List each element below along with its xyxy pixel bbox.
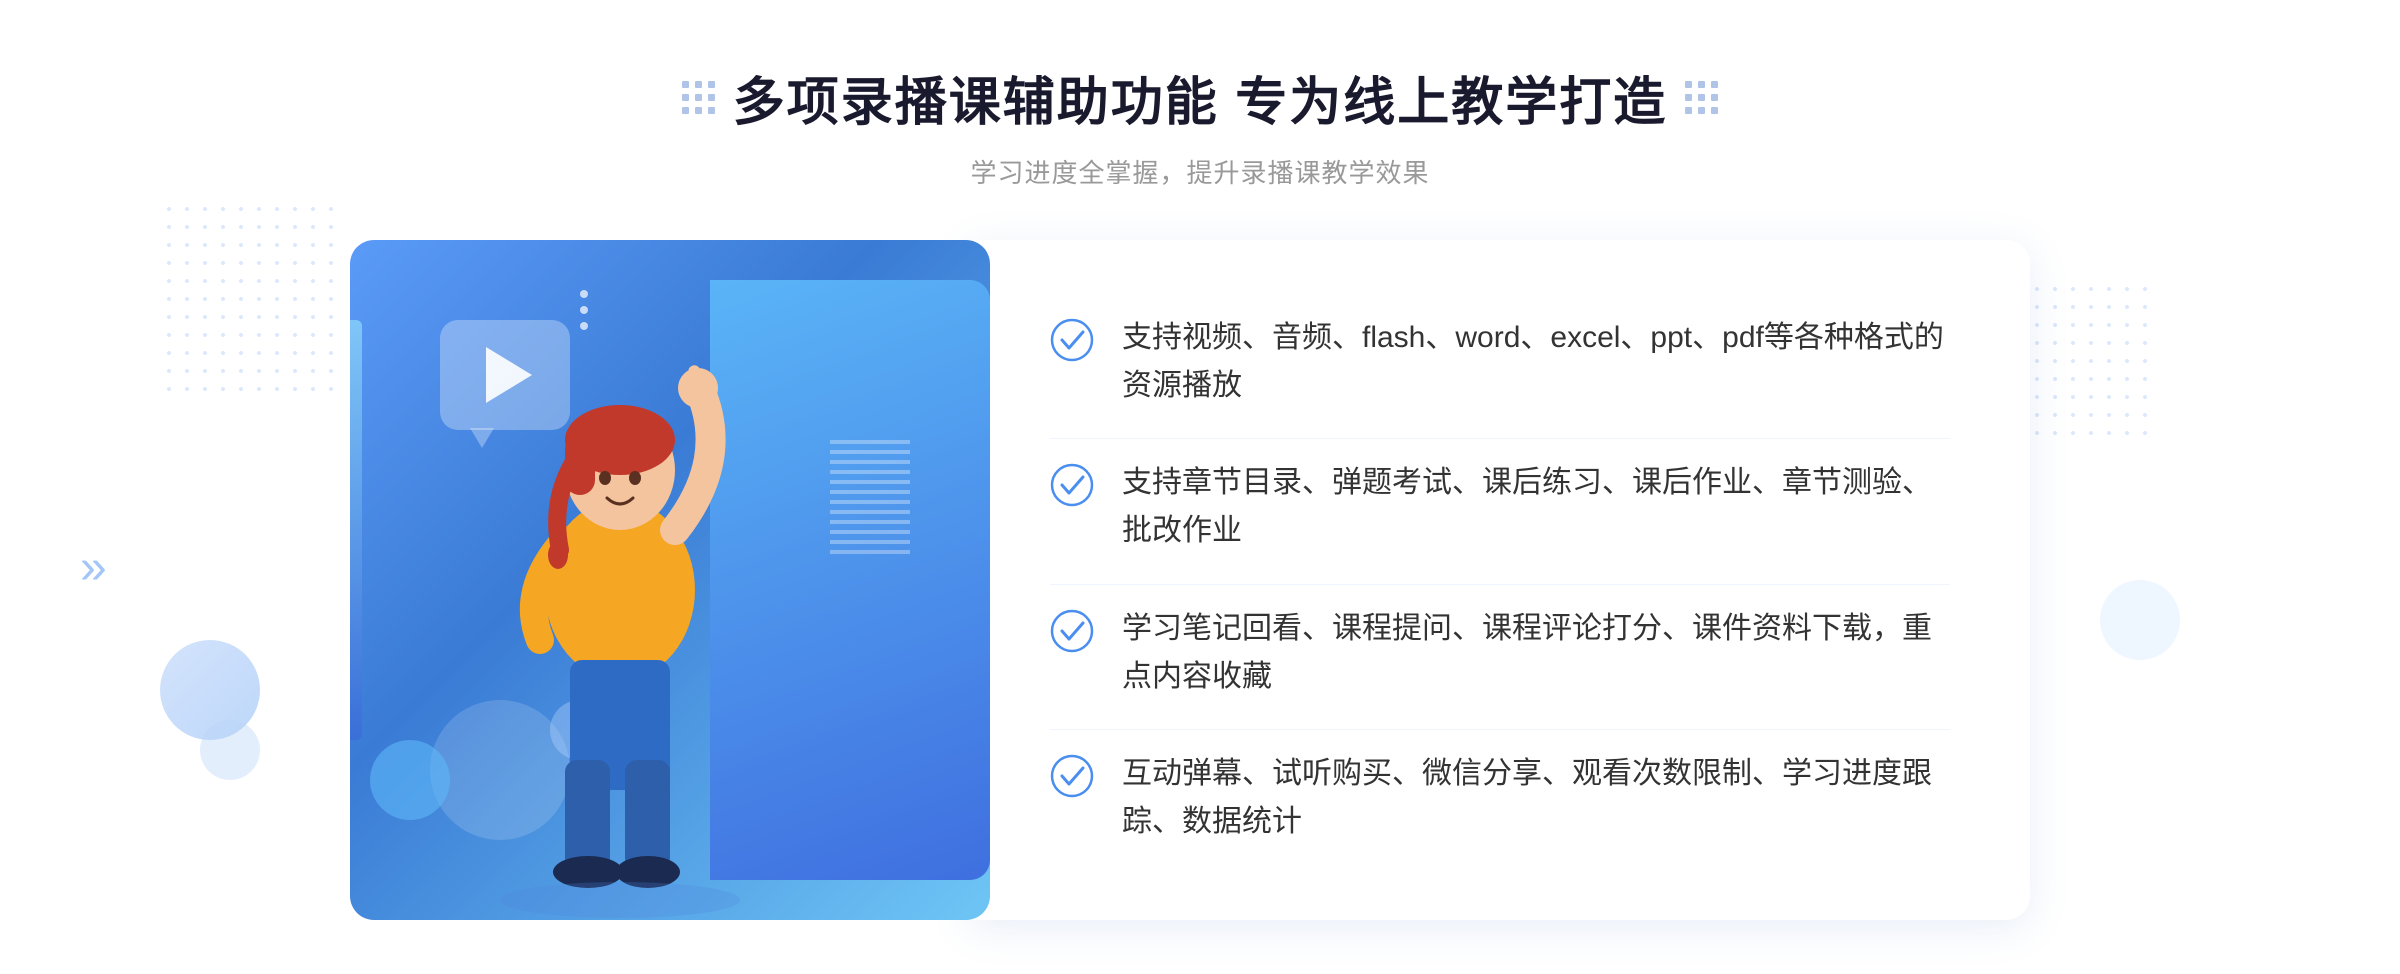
outer-circle-left2: [200, 720, 260, 780]
illustration-card: [350, 240, 990, 920]
check-icon-1: [1050, 318, 1094, 362]
main-subtitle: 学习进度全掌握，提升录播课教学效果: [970, 153, 1429, 190]
content-area: 支持视频、音频、flash、word、excel、ppt、pdf等各种格式的资源…: [350, 240, 2050, 920]
card-stripe: [350, 320, 362, 740]
chevron-left-decoration: »: [80, 540, 107, 595]
sparkle-dot-1: [580, 290, 588, 298]
main-title: 多项录播课辅助功能 专为线上教学打造: [733, 60, 1667, 135]
page-wrapper: » 多项录播课辅助功能 专为线上教学打造 学习进度全掌握，提升录播课教学效果: [0, 0, 2400, 974]
title-row: 多项录播课辅助功能 专为线上教学打造: [682, 60, 1718, 135]
check-icon-4: [1050, 754, 1094, 798]
feature-item-4: 互动弹幕、试听购买、微信分享、观看次数限制、学习进度跟踪、数据统计: [1050, 729, 1950, 866]
check-icon-2: [1050, 463, 1094, 507]
feature-item-1: 支持视频、音频、flash、word、excel、ppt、pdf等各种格式的资源…: [1050, 294, 1950, 430]
header: 多项录播课辅助功能 专为线上教学打造 学习进度全掌握，提升录播课教学效果: [682, 60, 1718, 190]
feature-text-3: 学习笔记回看、课程提问、课程评论打分、课件资料下载，重点内容收藏: [1122, 605, 1950, 701]
feature-text-1: 支持视频、音频、flash、word、excel、ppt、pdf等各种格式的资源…: [1122, 314, 1950, 410]
feature-text-2: 支持章节目录、弹题考试、课后练习、课后作业、章节测验、批改作业: [1122, 459, 1950, 555]
dots-decoration-left: [160, 200, 340, 400]
feature-item-3: 学习笔记回看、课程提问、课程评论打分、课件资料下载，重点内容收藏: [1050, 584, 1950, 721]
title-dots-left: [682, 81, 715, 114]
check-icon-3: [1050, 609, 1094, 653]
feature-text-4: 互动弹幕、试听购买、微信分享、观看次数限制、学习进度跟踪、数据统计: [1122, 750, 1950, 846]
title-dots-right: [1685, 81, 1718, 114]
outer-circle-right: [2100, 580, 2180, 660]
stripes-decoration: [830, 440, 910, 560]
features-panel: 支持视频、音频、flash、word、excel、ppt、pdf等各种格式的资源…: [970, 240, 2030, 920]
human-illustration: [410, 300, 830, 920]
feature-item-2: 支持章节目录、弹题考试、课后练习、课后作业、章节测验、批改作业: [1050, 438, 1950, 575]
